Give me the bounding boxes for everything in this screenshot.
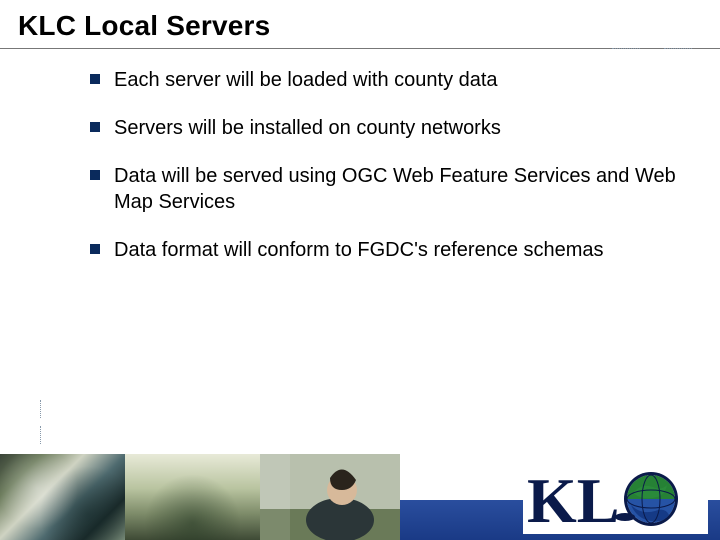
bullet-icon: [90, 244, 100, 254]
footer-image-person: [260, 454, 400, 540]
title-bar: KLC Local Servers: [0, 0, 720, 49]
footer: KL: [0, 454, 720, 540]
slide: KLC Local Servers Each server will be lo…: [0, 0, 720, 540]
bullet-icon: [90, 122, 100, 132]
decorative-dashes-left: [40, 400, 46, 450]
slide-body: Each server will be loaded with county d…: [0, 49, 720, 263]
bullet-item: Data format will conform to FGDC's refer…: [90, 237, 690, 263]
footer-image-aerial: [0, 454, 125, 540]
slide-title: KLC Local Servers: [18, 10, 702, 42]
bullet-icon: [90, 74, 100, 84]
bullet-item: Servers will be installed on county netw…: [90, 115, 690, 141]
bullet-text: Data format will conform to FGDC's refer…: [114, 237, 604, 263]
bullet-icon: [90, 170, 100, 180]
bullet-text: Data will be served using OGC Web Featur…: [114, 163, 690, 215]
bullet-item: Each server will be loaded with county d…: [90, 67, 690, 93]
footer-image-terrain: [125, 454, 260, 540]
bullet-text: Servers will be installed on county netw…: [114, 115, 501, 141]
logo: KL: [523, 464, 708, 534]
bullet-item: Data will be served using OGC Web Featur…: [90, 163, 690, 215]
bullet-text: Each server will be loaded with county d…: [114, 67, 498, 93]
logo-text: KL: [527, 465, 619, 534]
